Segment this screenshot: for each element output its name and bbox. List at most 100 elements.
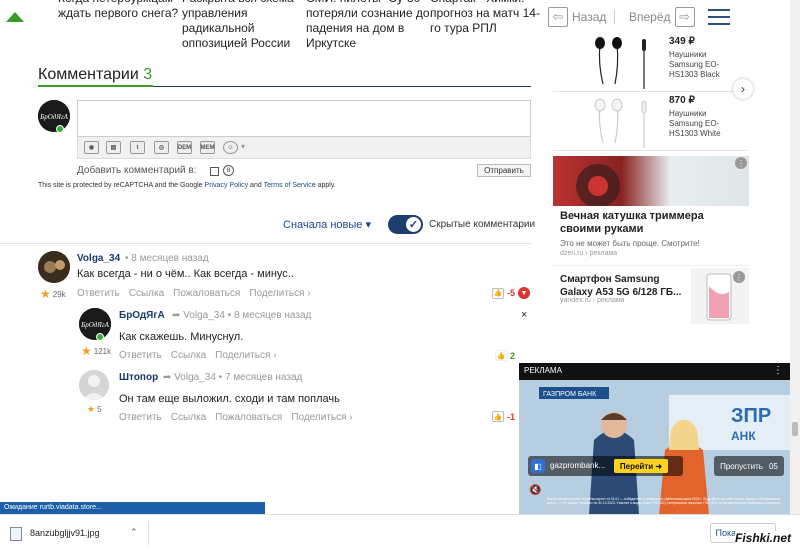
- divider: [148, 521, 149, 545]
- ad-title[interactable]: Вечная катушка триммера своими руками: [560, 210, 740, 236]
- avatar[interactable]: [79, 370, 109, 400]
- instagram-icon[interactable]: ◎: [154, 141, 169, 154]
- caret-down-icon: ▾: [365, 219, 371, 231]
- permalink-link[interactable]: Ссылка: [171, 350, 206, 361]
- karma: ★ 29k: [40, 287, 66, 301]
- camera-icon[interactable]: ◉: [84, 141, 99, 154]
- skip-button[interactable]: Пропустить 05: [714, 456, 784, 476]
- comment-textarea[interactable]: [77, 100, 531, 137]
- product-price: 349 ₽: [669, 36, 695, 47]
- reply-arrow-icon: ➦: [163, 372, 172, 383]
- news-item[interactable]: Спартак - Химки: прогноз на матч 14-го т…: [430, 0, 545, 36]
- reply-to: ➦ Volga_34 • 8 месяцев назад: [172, 310, 312, 321]
- report-link[interactable]: Пожаловаться: [215, 412, 282, 423]
- download-filename[interactable]: 8anzubgljjv91.jpg: [30, 528, 100, 538]
- more-icon[interactable]: ⋮: [735, 157, 747, 169]
- ad-image-trimmer[interactable]: [553, 156, 749, 208]
- report-link[interactable]: Пожаловаться: [173, 288, 240, 299]
- video-frame: ЗПР АНК ГАЗПРОМ БАНК: [519, 380, 790, 515]
- product-price: 870 ₽: [669, 95, 695, 106]
- sort-dropdown[interactable]: Сначала новые ▾: [283, 218, 371, 231]
- arrow-left-icon: ⇦: [548, 7, 568, 27]
- comment-time-text: 8 месяцев назад: [233, 310, 312, 321]
- back-button[interactable]: ⇦ Назад: [548, 7, 606, 27]
- privacy-link[interactable]: Privacy Policy: [205, 182, 249, 189]
- file-image-icon: [10, 527, 22, 541]
- thumbs-up-icon[interactable]: 👍: [492, 287, 504, 299]
- karma-value: 121k: [93, 346, 112, 356]
- skip-countdown: 05: [768, 461, 778, 471]
- reply-to-user[interactable]: Volga_34: [174, 372, 216, 383]
- share-link[interactable]: Поделиться ›: [249, 288, 310, 299]
- product-card[interactable]: 870 ₽ Наушники Samsung EO-HS1303 White: [553, 93, 748, 151]
- ad-title[interactable]: Смартфон Samsung Galaxy A53 5G 6/128 ГБ.…: [560, 273, 685, 299]
- ad-source: dzen.ru › реклама: [560, 250, 618, 257]
- comment-text: Как всегда - ни о чём.. Как всегда - мин…: [77, 268, 294, 280]
- video-ad[interactable]: ЗПР АНК ГАЗПРОМ БАНК РЕКЛАМА ⋮ ◧ gazprom…: [519, 363, 790, 515]
- avatar[interactable]: БрОдЯгА: [38, 100, 70, 132]
- star-icon: ★: [81, 344, 92, 358]
- comments-count: 3: [143, 66, 153, 83]
- more-icon[interactable]: ⋮: [773, 365, 783, 376]
- advertiser-name: gazprombank...: [550, 461, 606, 470]
- vote-count: -1: [507, 411, 516, 422]
- thumbs-down-icon[interactable]: ▼: [518, 287, 531, 299]
- reply-to-user[interactable]: Volga_34: [183, 310, 225, 321]
- checkbox[interactable]: [210, 167, 219, 176]
- forward-button[interactable]: Вперёд ⇨: [629, 7, 695, 27]
- vote-count: -5: [507, 288, 516, 298]
- recaptcha-text: and: [248, 182, 264, 189]
- news-item[interactable]: Раскрыта вся схема управления радикально…: [182, 0, 307, 51]
- star-icon: ★: [40, 287, 51, 301]
- comments-divider-accent: [38, 85, 153, 87]
- vote-block: 👍 -1: [492, 411, 515, 422]
- thumbs-up-icon[interactable]: 👍: [492, 411, 504, 422]
- submit-button[interactable]: Отправить: [477, 164, 531, 177]
- terms-link[interactable]: Terms of Service: [264, 182, 316, 189]
- advertiser-bar[interactable]: ◧ gazprombank... Перейти ➜: [528, 456, 683, 476]
- news-item[interactable]: СМИ: пилоты "Су-30" потеряли сознание до…: [306, 0, 431, 51]
- comment-time-text: 8 месяцев назад: [131, 253, 209, 264]
- avatar[interactable]: БрОдЯгА: [79, 308, 111, 340]
- ad-source: yandex.ru › реклама: [560, 297, 625, 304]
- share-link[interactable]: Поделиться ›: [291, 412, 352, 423]
- reply-to: ➦ Volga_34 • 7 месяцев назад: [163, 372, 303, 383]
- comment-username[interactable]: БрОдЯгА: [119, 310, 165, 321]
- divider: [553, 265, 749, 266]
- ad-subtitle: Это не может быть проще. Смотрите!: [560, 239, 700, 248]
- go-button[interactable]: Перейти ➜: [614, 459, 668, 473]
- comment-toolbar: ◉ ▤ t ◎ DEM MEM ☺ ▾: [77, 137, 531, 159]
- product-card[interactable]: 349 ₽ Наушники Samsung EO-HS1303 Black: [553, 34, 748, 92]
- scrollbar-thumb[interactable]: [792, 422, 798, 436]
- video-icon[interactable]: ▤: [106, 141, 121, 154]
- reply-link[interactable]: Ответить: [119, 350, 162, 361]
- product-name: Наушники Samsung EO-HS1303 White: [669, 109, 721, 138]
- share-link[interactable]: Поделиться ›: [215, 350, 276, 361]
- mute-icon[interactable]: 🔇: [529, 485, 541, 496]
- dem-icon[interactable]: DEM: [177, 141, 192, 154]
- community-icon[interactable]: 8: [223, 165, 234, 176]
- permalink-link[interactable]: Ссылка: [129, 288, 164, 299]
- close-icon[interactable]: ×: [521, 309, 527, 321]
- carousel-next-icon[interactable]: ›: [733, 79, 753, 99]
- reply-link[interactable]: Ответить: [119, 412, 162, 423]
- back-label: Назад: [572, 10, 607, 24]
- star-icon: ★: [87, 404, 96, 414]
- menu-icon[interactable]: [708, 9, 730, 30]
- hidden-comments-toggle[interactable]: ✓: [388, 215, 423, 234]
- thumbs-up-icon[interactable]: 👍: [495, 350, 507, 361]
- ad-image-phone[interactable]: ⋮: [691, 268, 749, 324]
- emoji-icon[interactable]: ☺: [223, 141, 238, 154]
- chevron-down-icon[interactable]: ▾: [241, 142, 245, 151]
- scroll-up-icon[interactable]: [6, 12, 24, 22]
- avatar[interactable]: [38, 251, 70, 283]
- comment-username[interactable]: Volga_34: [77, 253, 120, 264]
- twitter-icon[interactable]: t: [130, 141, 145, 154]
- mem-icon[interactable]: MEM: [200, 141, 215, 154]
- scrollbar[interactable]: [790, 0, 800, 514]
- comment-username[interactable]: Штопор: [119, 372, 158, 383]
- news-item[interactable]: Когда петербуржцам ждать первого снега?: [58, 0, 183, 21]
- chevron-up-icon[interactable]: ⌃: [130, 527, 138, 538]
- permalink-link[interactable]: Ссылка: [171, 412, 206, 423]
- reply-link[interactable]: Ответить: [77, 288, 120, 299]
